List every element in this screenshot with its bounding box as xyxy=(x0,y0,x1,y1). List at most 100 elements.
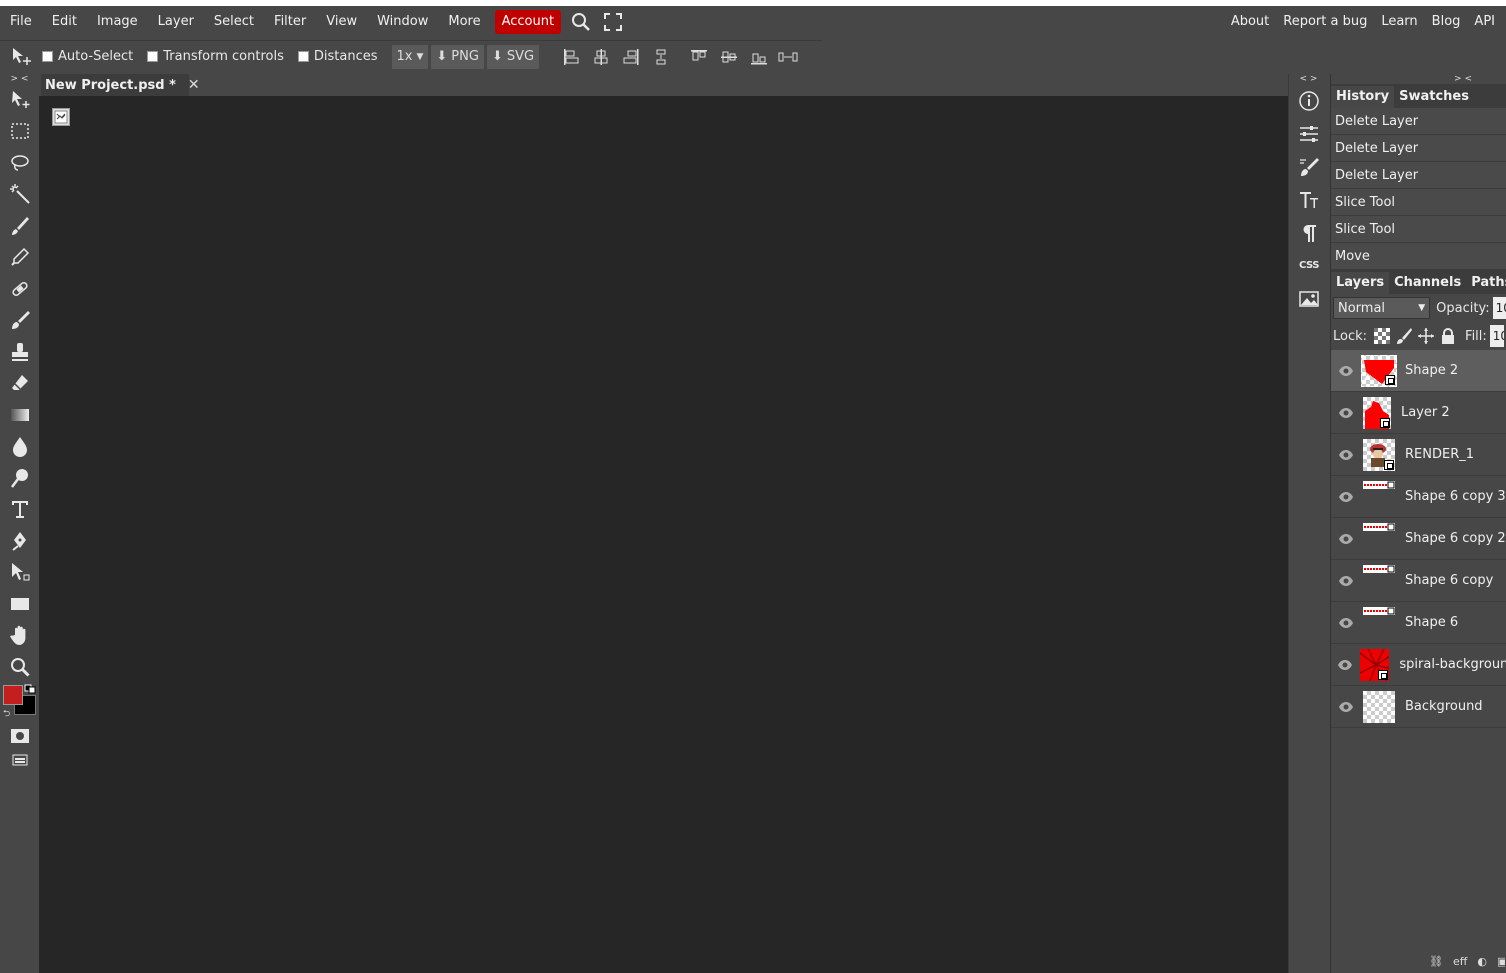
lock-all-icon[interactable] xyxy=(1437,325,1459,347)
align-center-h-icon[interactable] xyxy=(586,41,616,73)
fill-input[interactable]: 10 xyxy=(1489,325,1504,347)
visibility-eye-icon[interactable] xyxy=(1331,617,1361,629)
blend-mode-select[interactable]: Normal ▼ xyxy=(1333,297,1431,319)
mask-icon[interactable]: ▣ xyxy=(1497,955,1505,968)
lock-pixels-icon[interactable] xyxy=(1393,325,1415,347)
align-right-icon[interactable] xyxy=(616,41,646,73)
menu-learn[interactable]: Learn xyxy=(1374,6,1424,38)
brush-settings-icon[interactable] xyxy=(1289,150,1329,183)
distribute-h-icon[interactable] xyxy=(646,41,676,73)
tab-channels[interactable]: Channels xyxy=(1389,272,1466,294)
type-tool[interactable] xyxy=(0,494,39,526)
adjustments-icon[interactable] xyxy=(1289,117,1329,150)
collapse-side-toggle[interactable]: < > xyxy=(1289,74,1328,84)
info-icon[interactable] xyxy=(1289,84,1329,117)
visibility-eye-icon[interactable] xyxy=(1331,701,1361,713)
collapse-right-toggle[interactable]: > < xyxy=(1331,74,1506,84)
screen-mode-button[interactable] xyxy=(0,749,39,771)
rectangle-tool[interactable] xyxy=(0,588,39,620)
eyedropper-tool[interactable] xyxy=(0,242,39,274)
lock-transparency-icon[interactable] xyxy=(1371,325,1393,347)
history-item[interactable]: Delete Layer xyxy=(1331,162,1506,189)
menu-report-bug[interactable]: Report a bug xyxy=(1276,6,1374,38)
layer-row[interactable]: Background xyxy=(1331,686,1506,728)
tab-history[interactable]: History xyxy=(1331,86,1395,108)
menu-select[interactable]: Select xyxy=(204,6,264,38)
fullscreen-icon[interactable] xyxy=(597,6,629,38)
magic-wand-tool[interactable] xyxy=(0,179,39,211)
layer-row[interactable]: Shape 6 copy 3 xyxy=(1331,476,1506,518)
opacity-input[interactable]: 10 xyxy=(1492,297,1506,319)
layer-row[interactable]: Shape 6 copy xyxy=(1331,560,1506,602)
align-middle-v-icon[interactable] xyxy=(714,41,744,73)
brush-tool[interactable] xyxy=(0,305,39,337)
layer-row[interactable]: spiral-background xyxy=(1331,644,1506,686)
layer-row[interactable]: RENDER_1 xyxy=(1331,434,1506,476)
reset-colors-icon[interactable]: ⮌ xyxy=(3,706,10,722)
align-bottom-icon[interactable] xyxy=(744,41,774,73)
menu-file[interactable]: File xyxy=(0,6,42,38)
hand-tool[interactable] xyxy=(0,620,39,652)
paragraph-icon[interactable] xyxy=(1289,216,1329,249)
layer-row[interactable]: Shape 2 xyxy=(1331,350,1506,392)
eraser-tool[interactable] xyxy=(0,368,39,400)
healing-brush-tool[interactable] xyxy=(0,273,39,305)
menu-api[interactable]: API xyxy=(1467,6,1502,38)
gradient-tool[interactable] xyxy=(0,399,39,431)
zoom-dropdown[interactable]: 1x ▼ xyxy=(391,44,429,69)
dodge-tool[interactable] xyxy=(0,462,39,494)
visibility-eye-icon[interactable] xyxy=(1331,575,1361,587)
distances-box[interactable] xyxy=(297,51,309,62)
visibility-eye-icon[interactable] xyxy=(1331,533,1361,545)
align-left-icon[interactable] xyxy=(556,41,586,73)
lasso-tool[interactable] xyxy=(0,147,39,179)
path-select-tool[interactable] xyxy=(0,557,39,589)
account-button[interactable]: Account xyxy=(494,10,562,34)
export-png-button[interactable]: ⬇ PNG xyxy=(431,44,484,69)
menu-blog[interactable]: Blog xyxy=(1425,6,1468,38)
transform-controls-box[interactable] xyxy=(147,51,159,62)
image-icon[interactable] xyxy=(1289,282,1329,315)
distances-checkbox[interactable]: Distances xyxy=(297,49,378,64)
history-item[interactable]: Slice Tool xyxy=(1331,216,1506,243)
menu-edit[interactable]: Edit xyxy=(42,6,87,38)
pen-tool[interactable] xyxy=(0,525,39,557)
document-tab[interactable]: New Project.psd * ✕ xyxy=(41,74,200,96)
tab-paths[interactable]: Paths xyxy=(1466,272,1506,294)
tab-swatches[interactable]: Swatches xyxy=(1394,86,1474,108)
foreground-color-swatch[interactable] xyxy=(3,684,23,705)
distribute-v-icon[interactable] xyxy=(774,41,804,73)
history-item[interactable]: Delete Layer xyxy=(1331,108,1506,135)
css-icon[interactable]: CSS xyxy=(1289,249,1329,282)
move-tool-icon[interactable] xyxy=(0,41,42,73)
close-icon[interactable]: ✕ xyxy=(188,77,200,93)
search-icon[interactable] xyxy=(565,6,597,38)
align-top-icon[interactable] xyxy=(684,41,714,73)
menu-image[interactable]: Image xyxy=(87,6,148,38)
menu-filter[interactable]: Filter xyxy=(264,6,316,38)
swap-colors-icon[interactable] xyxy=(24,683,36,693)
auto-select-box[interactable] xyxy=(42,51,53,62)
zoom-tool[interactable] xyxy=(0,651,39,683)
character-icon[interactable] xyxy=(1289,183,1329,216)
quick-select-tool[interactable] xyxy=(0,210,39,242)
history-item[interactable]: Slice Tool xyxy=(1331,189,1506,216)
transform-controls-checkbox[interactable]: Transform controls xyxy=(147,49,284,64)
clone-stamp-tool[interactable] xyxy=(0,336,39,368)
collapse-tools-toggle[interactable]: > < xyxy=(0,74,39,84)
visibility-eye-icon[interactable] xyxy=(1331,449,1361,461)
blur-tool[interactable] xyxy=(0,431,39,463)
layer-row[interactable]: Shape 6 copy 2 xyxy=(1331,518,1506,560)
menu-more[interactable]: More xyxy=(438,6,490,38)
menu-view[interactable]: View xyxy=(316,6,367,38)
menu-about[interactable]: About xyxy=(1224,6,1276,38)
export-svg-button[interactable]: ⬇ SVG xyxy=(486,44,540,69)
history-item[interactable]: Delete Layer xyxy=(1331,135,1506,162)
link-layers-icon[interactable]: ⛓ xyxy=(1429,955,1443,968)
visibility-eye-icon[interactable] xyxy=(1331,659,1358,671)
tab-layers[interactable]: Layers xyxy=(1331,272,1390,294)
adjustment-layer-icon[interactable]: ◐ xyxy=(1477,955,1487,968)
marquee-tool[interactable] xyxy=(0,116,39,148)
quick-mask-button[interactable] xyxy=(0,723,39,749)
history-item[interactable]: Move xyxy=(1331,243,1506,270)
